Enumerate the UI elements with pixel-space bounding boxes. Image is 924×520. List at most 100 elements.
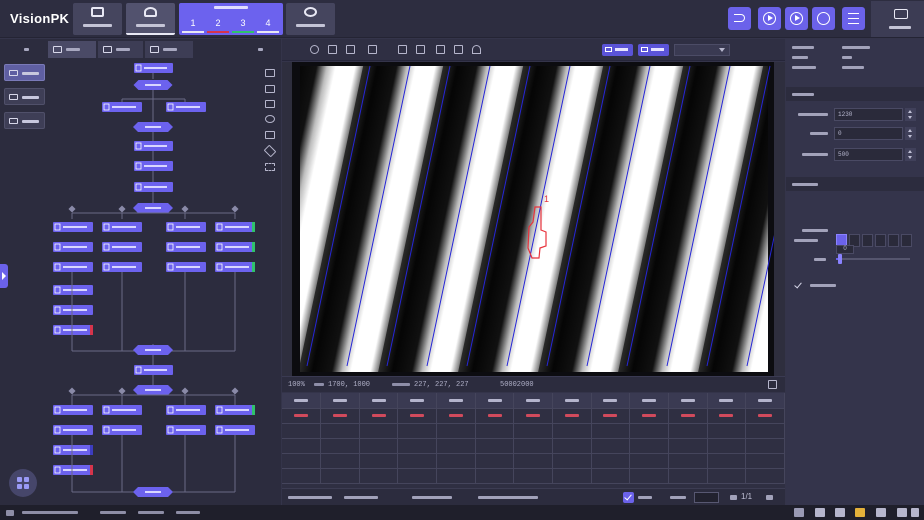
column-header[interactable] — [282, 393, 322, 409]
copy-icon[interactable] — [265, 131, 275, 139]
distribute-icon[interactable] — [265, 85, 275, 93]
image-source-select[interactable] — [674, 44, 730, 56]
folder-icon[interactable] — [897, 508, 907, 517]
node-label-placeholder[interactable] — [144, 67, 167, 69]
step-button-4[interactable]: 4 — [256, 14, 280, 33]
param-field-3[interactable]: 500 — [834, 148, 903, 161]
node-status-tab[interactable] — [90, 325, 93, 335]
pin-icon[interactable] — [328, 45, 337, 54]
column-header[interactable] — [552, 393, 592, 409]
column-header[interactable] — [513, 393, 553, 409]
power-icon[interactable] — [911, 508, 919, 517]
step-button-3[interactable]: 3 — [231, 14, 255, 33]
node-label-placeholder[interactable] — [176, 226, 200, 228]
node-label-placeholder[interactable] — [176, 246, 200, 248]
image-viewer[interactable]: 1 — [282, 62, 785, 376]
node-status-tab[interactable] — [252, 405, 255, 415]
node-label-placeholder[interactable] — [176, 409, 200, 411]
node-label-placeholder[interactable] — [225, 226, 249, 228]
node-label-placeholder[interactable] — [144, 369, 167, 371]
auto-scroll-checkbox[interactable] — [623, 492, 634, 503]
node-label-placeholder[interactable] — [63, 246, 87, 248]
node-label-placeholder[interactable] — [145, 491, 161, 493]
node-label-placeholder[interactable] — [144, 165, 167, 167]
crosshair-icon[interactable] — [310, 45, 319, 54]
node-label-placeholder[interactable] — [176, 266, 200, 268]
node-status-tab[interactable] — [90, 445, 93, 455]
column-header[interactable] — [475, 393, 515, 409]
mode-tab-1[interactable] — [73, 3, 122, 35]
segment-option[interactable] — [875, 234, 886, 247]
node-label-placeholder[interactable] — [225, 266, 249, 268]
column-header[interactable] — [320, 393, 360, 409]
param-field-2[interactable]: 0 — [834, 127, 903, 140]
node-label-placeholder[interactable] — [63, 266, 87, 268]
node-label-placeholder[interactable] — [63, 409, 87, 411]
node-label-placeholder[interactable] — [112, 429, 136, 431]
node-label-placeholder[interactable] — [176, 429, 200, 431]
node-status-tab[interactable] — [252, 262, 255, 272]
run-once-button[interactable] — [758, 7, 781, 30]
menu-icon[interactable] — [6, 510, 14, 516]
table-row[interactable] — [282, 408, 785, 424]
step-button-2[interactable]: 2 — [206, 14, 230, 33]
image-mode-button-1[interactable] — [602, 44, 633, 56]
node-label-placeholder[interactable] — [112, 409, 136, 411]
slider-thumb[interactable] — [837, 254, 842, 264]
table-row[interactable] — [282, 423, 785, 439]
node-label-placeholder[interactable] — [144, 186, 167, 188]
node-label-placeholder[interactable] — [225, 429, 249, 431]
param-field-1[interactable]: 1230 — [834, 108, 903, 121]
measure-vertical-icon[interactable] — [416, 45, 425, 54]
node-status-tab[interactable] — [252, 222, 255, 232]
segment-option[interactable] — [901, 234, 912, 247]
option-checkbox[interactable] — [794, 281, 803, 290]
assistant-button[interactable] — [9, 469, 37, 497]
column-header[interactable] — [629, 393, 669, 409]
node-label-placeholder[interactable] — [145, 126, 161, 128]
node-label-placeholder[interactable] — [63, 429, 87, 431]
mode-tab-2[interactable] — [126, 3, 175, 35]
panel-expand-handle[interactable] — [0, 264, 8, 288]
step-button-1[interactable]: 1 — [181, 14, 205, 33]
column-header[interactable] — [745, 393, 785, 409]
system-button[interactable] — [871, 1, 924, 37]
column-header[interactable] — [436, 393, 476, 409]
refresh-icon[interactable] — [265, 115, 275, 123]
storage-icon[interactable] — [794, 508, 804, 517]
node-label-placeholder[interactable] — [144, 145, 167, 147]
node-label-placeholder[interactable] — [112, 226, 136, 228]
node-label-placeholder[interactable] — [63, 289, 87, 291]
next-page-icon[interactable] — [766, 495, 773, 500]
node-label-placeholder[interactable] — [63, 226, 87, 228]
table-row[interactable] — [282, 468, 785, 484]
node-label-placeholder[interactable] — [112, 266, 136, 268]
edit-icon[interactable] — [368, 45, 377, 54]
spin-button[interactable] — [905, 148, 916, 161]
column-header[interactable] — [591, 393, 631, 409]
split-view-icon[interactable] — [436, 45, 445, 54]
segment-option[interactable] — [888, 234, 899, 247]
node-label-placeholder[interactable] — [63, 309, 87, 311]
table-row[interactable] — [282, 453, 785, 469]
node-label-placeholder[interactable] — [176, 106, 200, 108]
menu-button[interactable] — [842, 7, 865, 30]
node-label-placeholder[interactable] — [63, 469, 87, 471]
fit-icon[interactable] — [265, 163, 275, 171]
prev-page-icon[interactable] — [730, 495, 737, 500]
node-label-placeholder[interactable] — [145, 389, 161, 391]
rect-select-icon[interactable] — [346, 45, 355, 54]
level-slider[interactable] — [836, 254, 910, 264]
image-mode-button-2[interactable] — [638, 44, 669, 56]
column-header[interactable] — [707, 393, 747, 409]
page-size-input[interactable] — [694, 492, 719, 503]
mail-icon[interactable] — [835, 508, 845, 517]
layer-icon[interactable] — [263, 144, 277, 158]
node-label-placeholder[interactable] — [145, 207, 161, 209]
node-label-placeholder[interactable] — [112, 106, 136, 108]
segment-option[interactable] — [862, 234, 873, 247]
table-row[interactable] — [282, 438, 785, 454]
reset-button[interactable] — [812, 7, 835, 30]
node-label-placeholder[interactable] — [63, 329, 87, 331]
probe-icon[interactable] — [472, 45, 481, 54]
